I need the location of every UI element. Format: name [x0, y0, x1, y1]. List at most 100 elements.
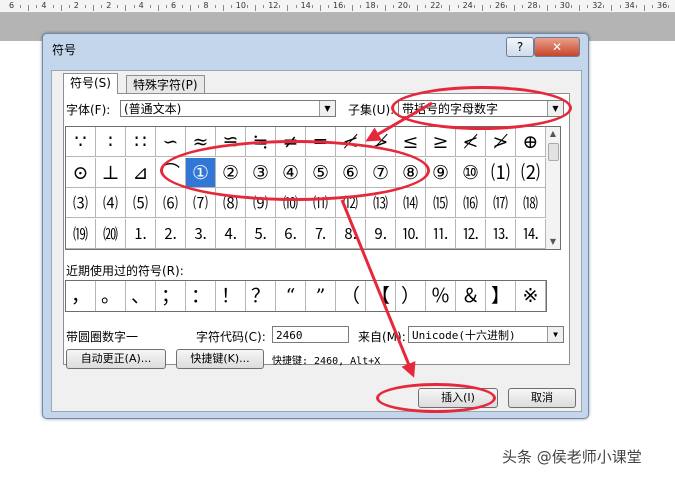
symbol-cell[interactable]: ⑴	[486, 157, 516, 188]
symbol-cell[interactable]: ⒊	[186, 218, 216, 249]
symbol-cell[interactable]: ⒇	[96, 218, 126, 249]
scroll-thumb[interactable]	[548, 143, 559, 161]
symbol-cell[interactable]: ⒂	[426, 188, 456, 218]
recent-symbol-cell[interactable]: 【	[366, 281, 396, 311]
ruler-number: 20	[397, 1, 408, 10]
recent-symbol-cell[interactable]: 】	[486, 281, 516, 311]
symbol-cell[interactable]: ⒆	[66, 218, 96, 249]
from-select[interactable]: Unicode(十六进制) ▼	[408, 326, 564, 343]
recent-symbol-cell[interactable]: ！	[216, 281, 246, 311]
symbol-cell[interactable]: ⒁	[396, 188, 426, 218]
ruler-tick	[514, 5, 516, 11]
ruler-number: 2	[106, 1, 112, 10]
symbol-cell[interactable]: ⊕	[516, 127, 546, 157]
symbol-cell[interactable]: ⑵	[516, 157, 546, 188]
ruler-tick	[344, 5, 346, 8]
ruler-tick	[449, 5, 451, 11]
symbol-cell[interactable]: ∷	[126, 127, 156, 157]
scroll-down-icon[interactable]: ▼	[546, 235, 560, 249]
symbol-cell[interactable]: ≮	[456, 127, 486, 157]
symbol-cell[interactable]: ≯	[486, 127, 516, 157]
symbol-cell[interactable]: ⒐	[366, 218, 396, 249]
ruler-tick	[522, 5, 524, 8]
recent-symbol-cell[interactable]: （	[336, 281, 366, 311]
symbol-cell[interactable]: ⒋	[216, 218, 246, 249]
ruler-number: 34	[624, 1, 635, 10]
symbol-cell[interactable]: ⑸	[126, 188, 156, 218]
ruler-number: 22	[430, 1, 441, 10]
tab-symbols[interactable]: 符号(S)	[63, 73, 118, 94]
ruler-tick	[579, 5, 580, 11]
ruler-number: 36	[657, 1, 668, 10]
symbol-cell[interactable]: ⑷	[96, 188, 126, 218]
character-code-input[interactable]: 2460	[272, 326, 349, 343]
symbol-cell[interactable]: ⊿	[126, 157, 156, 188]
autocorrect-button[interactable]: 自动更正(A)...	[66, 349, 166, 369]
tab-special-characters[interactable]: 特殊字符(P)	[126, 75, 205, 94]
symbol-cell[interactable]: ⒍	[276, 218, 306, 249]
character-name: 带圆圈数字一	[66, 330, 139, 344]
ruler-number: 14	[300, 1, 311, 10]
recent-symbol-cell[interactable]: ；	[156, 281, 186, 311]
recent-symbol-cell[interactable]: “	[276, 281, 306, 311]
recent-symbol-cell[interactable]: ？	[246, 281, 276, 311]
symbol-cell[interactable]: ∵	[66, 127, 96, 157]
symbol-cell[interactable]: ⒈	[126, 218, 156, 249]
symbol-cell[interactable]: ⑩	[456, 157, 486, 188]
ruler-tick	[93, 5, 94, 11]
symbol-cell[interactable]: ≥	[426, 127, 456, 157]
ruler-tick	[384, 5, 386, 11]
cancel-button[interactable]: 取消	[508, 388, 576, 408]
scroll-up-icon[interactable]: ▲	[546, 127, 560, 141]
symbol-cell[interactable]: ⒎	[306, 218, 336, 249]
shortcut-key-button[interactable]: 快捷键(K)...	[176, 349, 264, 369]
ruler-tick	[117, 5, 119, 8]
symbol-cell[interactable]: ∽	[156, 127, 186, 157]
recent-symbol-cell[interactable]: 。	[96, 281, 126, 311]
font-select[interactable]: (普通文本) ▼	[120, 100, 336, 117]
symbol-cell[interactable]: ⒉	[156, 218, 186, 249]
symbol-cell[interactable]: ⑨	[426, 157, 456, 188]
recent-symbols-label: 近期使用过的符号(R):	[66, 264, 184, 278]
recent-symbol-cell[interactable]: ：	[186, 281, 216, 311]
recent-symbol-cell[interactable]: ”	[306, 281, 336, 311]
ruler-number: 24	[462, 1, 473, 10]
help-button[interactable]: ?	[506, 37, 534, 57]
chevron-down-icon[interactable]: ▼	[319, 101, 335, 116]
symbol-cell[interactable]: ⒏	[336, 218, 366, 249]
recent-symbol-cell[interactable]: ，	[66, 281, 96, 311]
symbol-cell[interactable]: ⒅	[516, 188, 546, 218]
symbol-cell[interactable]: ⊙	[66, 157, 96, 188]
ruler-tick	[255, 5, 256, 11]
symbol-cell[interactable]: ⑶	[66, 188, 96, 218]
from-select-value: Unicode(十六进制)	[412, 329, 516, 342]
symbol-cell[interactable]: ⒑	[396, 218, 426, 249]
symbol-cell[interactable]: ⊥	[96, 157, 126, 188]
symbol-cell[interactable]: ⒃	[456, 188, 486, 218]
recent-symbol-cell[interactable]: ※	[516, 281, 546, 311]
recent-symbols: ，。、；：！？ “” （【）％＆】 ※	[65, 280, 547, 312]
ruler-tick	[311, 5, 313, 8]
symbol-grid-scrollbar[interactable]: ▲ ▼	[546, 126, 561, 250]
symbol-cell[interactable]: ∶	[96, 127, 126, 157]
ruler-tick	[222, 5, 224, 11]
symbol-cell[interactable]: ⒒	[426, 218, 456, 249]
recent-symbol-cell[interactable]: ＆	[456, 281, 486, 311]
recent-symbol-cell[interactable]: 、	[126, 281, 156, 311]
recent-symbol-cell[interactable]: ）	[396, 281, 426, 311]
symbols-panel: 字体(F): (普通文本) ▼ 子集(U): 带括号的字母数字 ▼ ∵ ∶ ∷ ∽ ≈ ≌…	[63, 93, 570, 369]
symbol-cell[interactable]: ⒓	[456, 218, 486, 249]
symbol-cell[interactable]: ⒌	[246, 218, 276, 249]
recent-symbol-cell[interactable]: ％	[426, 281, 456, 311]
symbol-cell[interactable]: ⒔	[486, 218, 516, 249]
ruler-tick	[554, 5, 556, 8]
symbol-cell[interactable]: ⒕	[516, 218, 546, 249]
ruler-tick	[287, 5, 289, 11]
symbol-cell[interactable]: ⑹	[156, 188, 186, 218]
close-button[interactable]: ✕	[534, 37, 580, 57]
font-label: 字体(F):	[66, 103, 111, 117]
ruler-tick	[230, 5, 232, 8]
symbol-cell[interactable]: ⒄	[486, 188, 516, 218]
chevron-down-icon[interactable]: ▼	[547, 327, 563, 342]
ruler-tick	[52, 5, 54, 8]
